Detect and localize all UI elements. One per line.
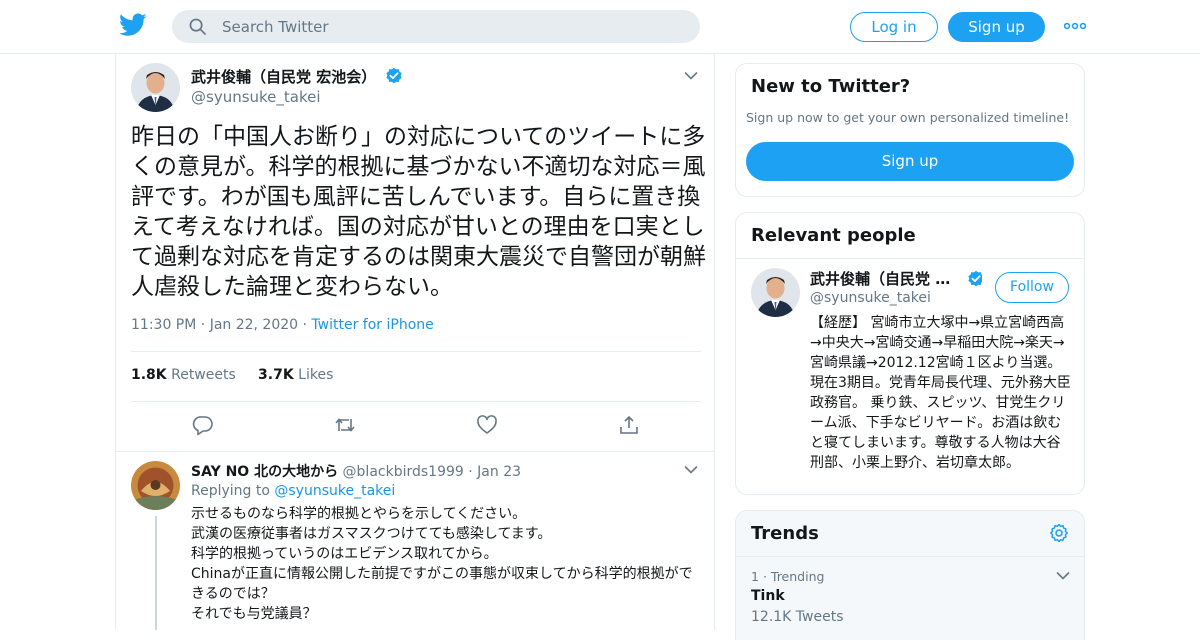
new-to-twitter-title: New to Twitter? bbox=[751, 76, 911, 97]
relevant-people-card: Relevant people 武井俊輔（自民党 宏池会） @syunsuke_… bbox=[735, 212, 1085, 495]
meta-dot: · bbox=[468, 464, 478, 480]
top-bar: Log in Sign up bbox=[0, 0, 1200, 54]
avatar-image bbox=[131, 63, 180, 112]
chevron-down-icon[interactable] bbox=[1056, 571, 1070, 581]
follow-button[interactable]: Follow bbox=[995, 272, 1069, 303]
reply-line: Chinaが正直に情報公開した前提ですがこの事態が収束してから科学的根拠ができる… bbox=[191, 566, 693, 602]
chevron-down-icon[interactable] bbox=[684, 465, 698, 475]
replying-handle-link[interactable]: @syunsuke_takei bbox=[274, 483, 395, 499]
retweet-icon[interactable] bbox=[334, 414, 356, 436]
login-button[interactable]: Log in bbox=[850, 12, 938, 42]
tweet-time[interactable]: 11:30 PM bbox=[131, 317, 196, 333]
trend-count: 12.1K Tweets bbox=[751, 609, 844, 625]
signup-button[interactable]: Sign up bbox=[948, 12, 1045, 42]
reply-line: 科学的根拠っていうのはエビデンス取れてから。 bbox=[191, 546, 498, 562]
search-icon bbox=[189, 18, 206, 35]
tweet-stats: 1.8K Retweets 3.7K Likes bbox=[131, 367, 333, 383]
like-icon[interactable] bbox=[476, 414, 498, 436]
likes-label: Likes bbox=[298, 367, 334, 383]
share-icon[interactable] bbox=[618, 414, 640, 436]
replying-to: Replying to @syunsuke_takei bbox=[191, 483, 395, 499]
tweet-author-name[interactable]: 武井俊輔（自民党 宏池会） bbox=[191, 66, 403, 87]
twitter-logo-icon[interactable] bbox=[119, 13, 147, 37]
author-name-text[interactable]: 武井俊輔（自民党 宏池会） bbox=[191, 68, 376, 86]
relevant-avatar-image bbox=[751, 268, 800, 317]
reply-line: 示せるものなら科学的根拠とやらを示してください。 bbox=[191, 506, 527, 522]
tweet-meta: 11:30 PM · Jan 22, 2020 · Twitter for iP… bbox=[131, 317, 434, 333]
verified-icon bbox=[386, 67, 403, 84]
retweets-label: Retweets bbox=[171, 367, 236, 383]
reply-line: それでも与党議員？ bbox=[191, 606, 317, 622]
relevant-people-title: Relevant people bbox=[751, 225, 916, 246]
main-column: 武井俊輔（自民党 宏池会） @syunsuke_takei 昨日の「中国人お断り… bbox=[115, 54, 715, 630]
gear-icon[interactable] bbox=[1049, 523, 1069, 543]
replying-label: Replying to bbox=[191, 483, 270, 499]
likes-count: 3.7K bbox=[258, 367, 294, 383]
divider bbox=[736, 556, 1084, 557]
reply-line: 武漢の医療従事者はガスマスクつけてても感染してます。 bbox=[191, 526, 552, 542]
trend-context: Trending bbox=[770, 569, 825, 584]
divider bbox=[736, 258, 1084, 259]
likes-stat[interactable]: 3.7K Likes bbox=[258, 367, 333, 383]
tweet-author-handle[interactable]: @syunsuke_takei bbox=[191, 88, 321, 106]
trend-name[interactable]: Tink bbox=[751, 588, 785, 604]
relevant-handle[interactable]: @syunsuke_takei bbox=[810, 290, 931, 306]
relevant-avatar[interactable] bbox=[751, 268, 800, 317]
tweet-text: 昨日の「中国人お断り」の対応についてのツイートに多くの意見が。科学的根拠に基づか… bbox=[131, 124, 706, 300]
trends-card: Trends 1 · Trending Tink 12.1K Tweets bbox=[735, 510, 1085, 640]
reply-header: SAY NO 北の大地から @blackbirds1999 · Jan 23 bbox=[191, 461, 521, 481]
trend-rank: 1 bbox=[751, 569, 759, 584]
relevant-bio: 【経歴】 宮崎市立大塚中→県立宮崎西高→中央大→宮崎交通→早稲田大院→楽天→宮崎… bbox=[810, 315, 1071, 471]
reply-icon[interactable] bbox=[192, 414, 214, 436]
new-to-twitter-subtitle: Sign up now to get your own personalized… bbox=[746, 110, 1070, 125]
reply-avatar-image bbox=[131, 461, 180, 510]
search-input[interactable] bbox=[222, 10, 682, 43]
relevant-name-text[interactable]: 武井俊輔（自民党 宏池会） bbox=[810, 268, 958, 289]
search-box[interactable] bbox=[172, 10, 700, 43]
thread-line bbox=[155, 516, 157, 630]
new-to-twitter-card: New to Twitter? Sign up now to get your … bbox=[735, 63, 1085, 197]
meta-dot: · bbox=[200, 317, 210, 333]
sidebar-signup-button[interactable]: Sign up bbox=[746, 142, 1074, 181]
tweet-date[interactable]: Jan 22, 2020 bbox=[210, 317, 298, 333]
trend-meta: 1 · Trending bbox=[751, 569, 824, 584]
divider bbox=[116, 451, 714, 452]
tweet-actions bbox=[116, 414, 714, 438]
avatar[interactable] bbox=[131, 63, 180, 112]
divider bbox=[131, 351, 701, 352]
relevant-name[interactable]: 武井俊輔（自民党 宏池会） bbox=[810, 268, 982, 289]
retweets-stat[interactable]: 1.8K Retweets bbox=[131, 367, 236, 383]
meta-dot: · bbox=[762, 569, 771, 584]
reply-date[interactable]: Jan 23 bbox=[477, 464, 521, 480]
reply-text: 示せるものなら科学的根拠とやらを示してください。 武漢の医療従事者はガスマスクつ… bbox=[191, 504, 701, 624]
divider bbox=[131, 401, 701, 402]
reply-avatar[interactable] bbox=[131, 461, 180, 510]
retweets-count: 1.8K bbox=[131, 367, 167, 383]
reply-author-name[interactable]: SAY NO 北の大地から bbox=[191, 464, 338, 480]
reply-author-handle[interactable]: @blackbirds1999 bbox=[343, 464, 464, 480]
verified-icon bbox=[968, 270, 982, 287]
more-icon[interactable] bbox=[1064, 16, 1086, 36]
tweet-source-link[interactable]: Twitter for iPhone bbox=[311, 317, 433, 333]
trends-title: Trends bbox=[751, 523, 819, 544]
chevron-down-icon[interactable] bbox=[684, 71, 698, 81]
